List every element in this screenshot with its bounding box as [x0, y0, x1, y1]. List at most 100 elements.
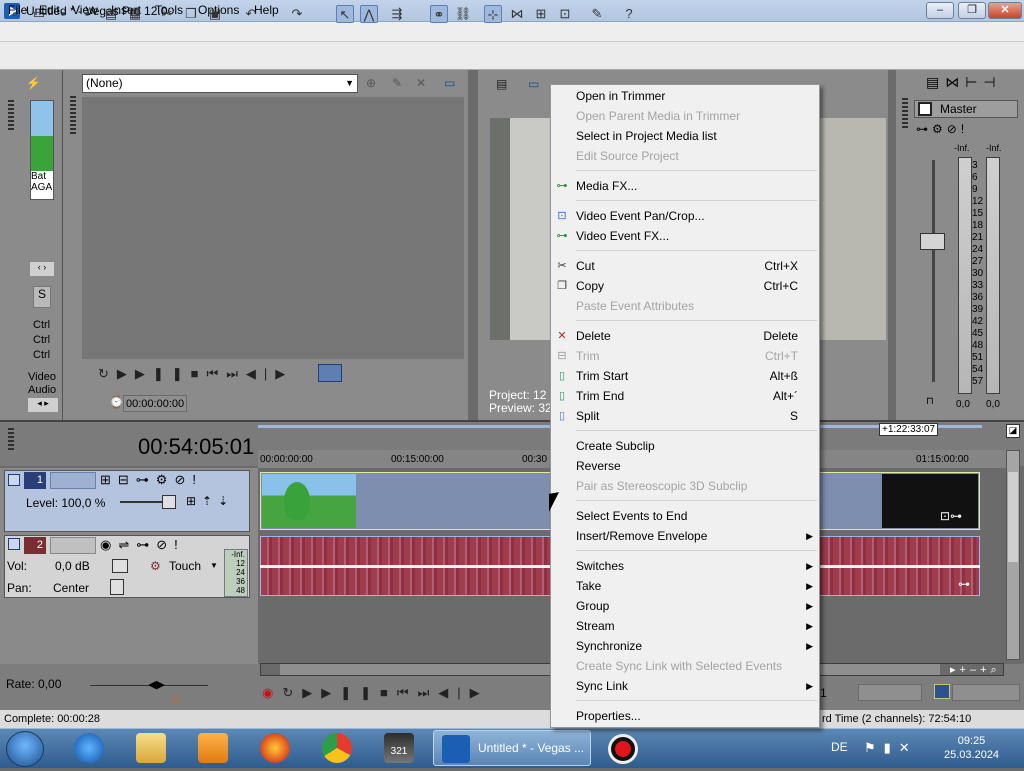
menu-item-select-events-to-end[interactable]: Select Events to End [551, 506, 819, 526]
firefox-icon[interactable] [260, 733, 290, 763]
auto-crossfade-icon[interactable]: ⋈ [508, 5, 526, 23]
save-as-icon[interactable]: ▪ [78, 5, 96, 23]
audio-event-fx-icon[interactable]: ⊶ [958, 577, 970, 591]
selection-length-field[interactable] [952, 684, 1020, 701]
menu-item-switches[interactable]: Switches ▶ [551, 556, 819, 576]
menu-item-group[interactable]: Group ▶ [551, 596, 819, 616]
menu-item-media-fx[interactable]: ⊶ Media FX... [551, 176, 819, 196]
trimmer-loop-icon[interactable] [318, 364, 342, 382]
envelope-tool-icon[interactable]: ⋀ [360, 5, 378, 23]
preview-properties-icon[interactable]: ▤ [496, 77, 507, 91]
event-pan-crop-icon[interactable]: ⊡⊶ [940, 509, 962, 523]
panel-grip[interactable] [70, 96, 76, 136]
video-editor-icon[interactable]: 321 [384, 733, 414, 763]
normal-edit-tool-icon[interactable]: ↖ [336, 5, 354, 23]
rate-slider-thumb[interactable]: ◀▶ [148, 678, 165, 691]
menu-item-copy[interactable]: ❐ Copy Ctrl+C [551, 276, 819, 296]
automation-gear-icon[interactable]: ⚙ [150, 559, 161, 573]
media-thumbnail[interactable]: Bat AGA [30, 100, 54, 200]
paste-icon[interactable]: ▣ [206, 5, 224, 23]
media-player-icon[interactable] [198, 733, 228, 763]
maximize-button[interactable]: ❐ [958, 2, 986, 19]
automation-mode[interactable]: Touch [169, 559, 201, 573]
copy-icon[interactable]: ❐ [182, 5, 200, 23]
menu-item-cut[interactable]: ✂ Cut Ctrl+X [551, 256, 819, 276]
save-icon[interactable]: ▪ [54, 5, 72, 23]
trimmer-add-icon[interactable]: ⊕ [366, 76, 376, 90]
help-pointer-icon[interactable]: ? [620, 5, 638, 23]
master-fader[interactable] [920, 233, 945, 250]
menu-item-trim-start[interactable]: ▯ Trim Start Alt+ß [551, 366, 819, 386]
tray-icons[interactable]: ⚑▮✕ [864, 740, 918, 756]
file-explorer-icon[interactable] [136, 733, 166, 763]
scroll-arrows[interactable]: ‹ › [30, 262, 54, 276]
menu-item-reverse[interactable]: Reverse [551, 456, 819, 476]
track-collapse-icon[interactable] [8, 474, 20, 486]
ignore-grouping-icon[interactable]: ⛓ [454, 5, 472, 23]
open-folder-icon[interactable]: ▭ [30, 5, 48, 23]
vertical-scroll-thumb[interactable] [1008, 472, 1018, 562]
vol-slider-thumb[interactable] [112, 559, 128, 573]
audio-track-name[interactable] [50, 537, 96, 554]
menu-item-insert-remove-envelope[interactable]: Insert/Remove Envelope ▶ [551, 526, 819, 546]
chrome-icon[interactable] [322, 733, 352, 763]
pan-slider-thumb[interactable] [110, 579, 124, 595]
menu-item-create-subclip[interactable]: Create Subclip [551, 436, 819, 456]
lock-envelopes-icon[interactable]: ⚭ [430, 5, 448, 23]
menu-item-sync-link[interactable]: Sync Link ▶ [551, 676, 819, 696]
video-level-thumb[interactable] [162, 495, 176, 509]
selection-start-field[interactable] [858, 684, 922, 701]
minimize-button[interactable]: – [926, 2, 954, 19]
panel-grip[interactable] [902, 98, 908, 128]
mixer-toolbar-icons[interactable]: ▤⋈⊢⊣ [926, 74, 1002, 91]
trimmer-transport-icons[interactable]: ↻▶▶❚❚■⏮⏭◀|▶ [98, 366, 293, 382]
video-track-controls-icons[interactable]: ⊞⊟⊶⚙⊘! [100, 472, 203, 488]
master-fx-icons[interactable]: ⊶⚙⊘! [916, 122, 968, 136]
menu-item-select-in-project-media-list[interactable]: Select in Project Media list [551, 126, 819, 146]
audio-track-controls-icons[interactable]: ◉⇌⊶⊘! [100, 537, 185, 553]
internet-explorer-icon[interactable] [74, 733, 104, 763]
menu-item-delete[interactable]: ✕ Delete Delete [551, 326, 819, 346]
preview-external-monitor-icon[interactable]: ▭ [528, 77, 539, 91]
redo-icon[interactable]: ↷ [288, 5, 306, 23]
trimmer-monitor-icon[interactable]: ▭ [444, 76, 455, 90]
new-project-icon[interactable]: ▫ [6, 5, 24, 23]
tab-scroll-arrows[interactable]: ◂ ▸ [28, 398, 58, 412]
edit-tool-icon[interactable]: ⊞ [532, 5, 550, 23]
trimmer-clear-icon[interactable]: ✕ [416, 76, 426, 90]
track-collapse-icon[interactable] [8, 538, 20, 550]
marker-icon[interactable]: ✎ [588, 5, 606, 23]
selection-tool-icon[interactable]: ⊡ [556, 5, 574, 23]
menu-item-split[interactable]: ▯ Split S [551, 406, 819, 426]
close-button[interactable]: ✕ [988, 2, 1022, 19]
auto-ripple-icon[interactable]: ⇶ [388, 5, 406, 23]
menu-item-trim-end[interactable]: ▯ Trim End Alt+´ [551, 386, 819, 406]
main-transport-icons[interactable]: ◉↻▶▶❚❚■⏮⏭◀|▶ [262, 685, 489, 701]
fader-lock-icon[interactable]: ⊓ [926, 396, 934, 407]
lightning-icon[interactable]: ⚡ [26, 76, 41, 90]
cut-icon[interactable]: ✂ [158, 5, 176, 23]
menu-item-take[interactable]: Take ▶ [551, 576, 819, 596]
enable-snapping-icon[interactable]: ⊹ [484, 5, 502, 23]
trimmer-marker-icon[interactable]: ✎ [392, 76, 402, 90]
properties-icon[interactable]: ▦ [126, 5, 144, 23]
chevron-down-icon[interactable]: ▼ [210, 561, 218, 570]
menu-item-video-event-fx[interactable]: ⊶ Video Event FX... [551, 226, 819, 246]
video-track-name[interactable] [50, 472, 96, 489]
menu-item-synchronize[interactable]: Synchronize ▶ [551, 636, 819, 656]
menu-item-video-event-pan-crop[interactable]: ⊡ Video Event Pan/Crop... [551, 206, 819, 226]
video-track-motion-icons[interactable]: ⊞⇡⇣ [186, 494, 234, 508]
system-clock[interactable]: 09:25 25.03.2024 [944, 734, 999, 762]
menu-item-stream[interactable]: Stream ▶ [551, 616, 819, 636]
menu-item-open-in-trimmer[interactable]: Open in Trimmer [551, 86, 819, 106]
tab-video[interactable]: Video [28, 371, 56, 384]
tab-audio[interactable]: Audio [28, 384, 56, 397]
render-icon[interactable]: ▤ [102, 5, 120, 23]
trimmer-media-select[interactable]: (None) ▼ [82, 74, 358, 93]
timeline-marker-icon[interactable]: ◪ [1006, 424, 1020, 438]
panel-grip[interactable] [8, 100, 14, 130]
windows-start-icon[interactable] [6, 731, 44, 767]
script-icon[interactable]: S [33, 286, 51, 308]
undo-icon[interactable]: ↶ [242, 5, 260, 23]
taskbar-vegas-window[interactable]: Untitled * - Vegas ... [433, 730, 591, 766]
